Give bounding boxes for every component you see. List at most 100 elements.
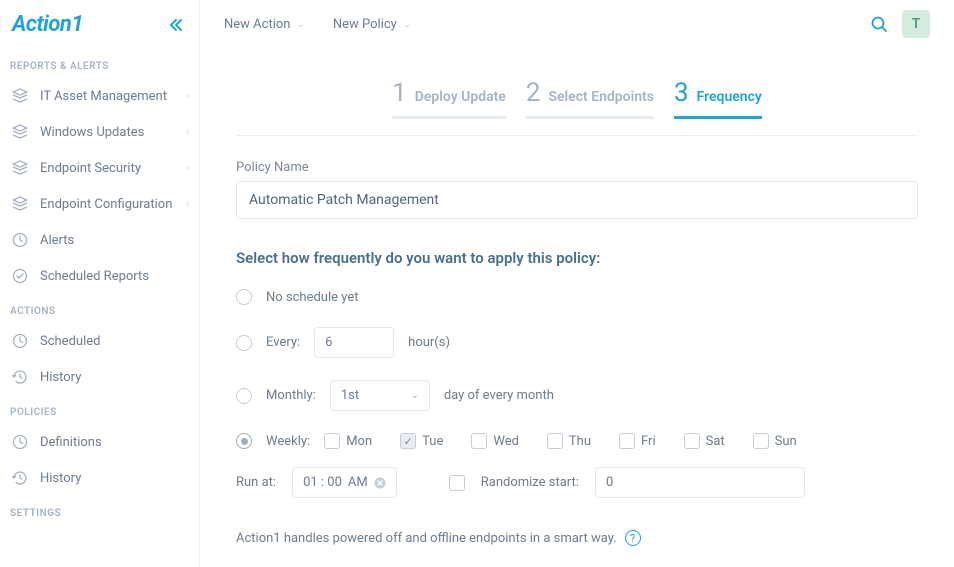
smart-note: Action1 handles powered off and offline … bbox=[236, 530, 918, 546]
day-checkbox-wed[interactable] bbox=[471, 433, 487, 449]
chevron-right-icon: › bbox=[186, 127, 189, 138]
radio-label: Weekly: bbox=[266, 434, 310, 449]
sidebar-item-scheduled[interactable]: Scheduled bbox=[0, 323, 199, 359]
layers-icon bbox=[12, 88, 28, 104]
step-label: Select Endpoints bbox=[548, 89, 654, 105]
chevron-right-icon: › bbox=[186, 199, 189, 210]
step-number: 1 bbox=[392, 78, 407, 108]
topbar-left: New Action ⌄ New Policy ⌄ bbox=[224, 17, 411, 32]
nav-label: History bbox=[40, 471, 81, 486]
nav-section-actions: ACTIONS bbox=[0, 294, 199, 323]
sidebar: Action1 REPORTS & ALERTS IT Asset Manage… bbox=[0, 0, 200, 567]
every-hours-input[interactable] bbox=[314, 327, 394, 358]
check-circle-icon bbox=[12, 268, 28, 284]
run-at-label: Run at: bbox=[236, 475, 276, 490]
clock-icon bbox=[12, 434, 28, 450]
monthly-suffix-label: day of every month bbox=[444, 388, 554, 403]
nav-section-reports: REPORTS & ALERTS bbox=[0, 49, 199, 78]
step-label: Frequency bbox=[697, 89, 762, 105]
step-number: 2 bbox=[526, 78, 541, 108]
sidebar-item-endpoint-config[interactable]: Endpoint Configuration › bbox=[0, 186, 199, 222]
nav-label: Alerts bbox=[40, 233, 74, 248]
nav-label: History bbox=[40, 370, 81, 385]
day-label: Wed bbox=[493, 434, 519, 449]
clock-icon bbox=[12, 232, 28, 248]
history-icon bbox=[12, 470, 28, 486]
policy-name-label: Policy Name bbox=[236, 160, 918, 175]
search-button[interactable] bbox=[870, 15, 888, 33]
chevron-down-icon: ⌄ bbox=[296, 19, 304, 30]
user-avatar[interactable]: T bbox=[902, 10, 930, 38]
run-at-row: Run at: 01 : 00 AM Randomize start: bbox=[236, 467, 918, 498]
wizard-card: 1 Deploy Update 2 Select Endpoints 3 Fre… bbox=[200, 48, 954, 567]
day-label: Thu bbox=[569, 434, 591, 449]
option-weekly: Weekly: Mon Tue Wed Thu Fri Sat Sun bbox=[236, 433, 918, 449]
day-label: Mon bbox=[346, 434, 372, 449]
main: New Action ⌄ New Policy ⌄ T 1 Deploy Upd… bbox=[200, 0, 954, 567]
step-deploy-update[interactable]: 1 Deploy Update bbox=[392, 78, 506, 119]
sidebar-item-it-asset[interactable]: IT Asset Management › bbox=[0, 78, 199, 114]
day-checkbox-tue[interactable] bbox=[400, 433, 416, 449]
clock-icon bbox=[12, 333, 28, 349]
nav-label: IT Asset Management bbox=[40, 89, 167, 104]
step-frequency[interactable]: 3 Frequency bbox=[674, 78, 762, 119]
frequency-section-title: Select how frequently do you want to app… bbox=[236, 249, 918, 267]
step-select-endpoints[interactable]: 2 Select Endpoints bbox=[526, 78, 654, 119]
layers-icon bbox=[12, 124, 28, 140]
chevron-right-icon: › bbox=[186, 91, 189, 102]
logo-row: Action1 bbox=[0, 0, 199, 49]
day-checkbox-fri[interactable] bbox=[619, 433, 635, 449]
help-button[interactable]: ? bbox=[625, 530, 641, 546]
divider bbox=[236, 135, 918, 136]
policy-name-input[interactable] bbox=[236, 181, 918, 219]
sidebar-collapse-button[interactable] bbox=[167, 17, 183, 33]
sidebar-item-history-actions[interactable]: History bbox=[0, 359, 199, 395]
sidebar-item-definitions[interactable]: Definitions bbox=[0, 424, 199, 460]
randomize-input[interactable] bbox=[595, 467, 805, 498]
history-icon bbox=[12, 369, 28, 385]
radio-no-schedule[interactable] bbox=[236, 289, 252, 305]
topbar: New Action ⌄ New Policy ⌄ T bbox=[200, 0, 954, 48]
new-action-label: New Action bbox=[224, 17, 290, 32]
time-ampm: AM bbox=[348, 475, 368, 490]
clear-time-button[interactable] bbox=[374, 477, 386, 489]
sidebar-item-endpoint-security[interactable]: Endpoint Security › bbox=[0, 150, 199, 186]
sidebar-item-alerts[interactable]: Alerts bbox=[0, 222, 199, 258]
run-at-time-input[interactable]: 01 : 00 AM bbox=[292, 467, 397, 498]
option-monthly: Monthly: 1st ⌄ day of every month bbox=[236, 380, 918, 411]
new-action-dropdown[interactable]: New Action ⌄ bbox=[224, 17, 305, 32]
option-every: Every: hour(s) bbox=[236, 327, 918, 358]
new-policy-label: New Policy bbox=[333, 17, 397, 32]
note-text: Action1 handles powered off and offline … bbox=[236, 531, 617, 546]
day-label: Fri bbox=[641, 434, 656, 449]
radio-every[interactable] bbox=[236, 335, 252, 351]
brand-logo: Action1 bbox=[12, 12, 83, 37]
sidebar-item-scheduled-reports[interactable]: Scheduled Reports bbox=[0, 258, 199, 294]
day-checkbox-sat[interactable] bbox=[684, 433, 700, 449]
randomize-label: Randomize start: bbox=[481, 475, 579, 490]
sidebar-item-history-policies[interactable]: History bbox=[0, 460, 199, 496]
radio-label: No schedule yet bbox=[266, 290, 358, 305]
nav-label: Definitions bbox=[40, 435, 102, 450]
day-checkbox-sun[interactable] bbox=[753, 433, 769, 449]
day-checkbox-thu[interactable] bbox=[547, 433, 563, 449]
day-label: Tue bbox=[422, 434, 443, 449]
sidebar-item-windows-updates[interactable]: Windows Updates › bbox=[0, 114, 199, 150]
day-label: Sat bbox=[706, 434, 725, 449]
layers-icon bbox=[12, 160, 28, 176]
radio-weekly[interactable] bbox=[236, 433, 252, 449]
nav-label: Scheduled Reports bbox=[40, 269, 149, 284]
monthly-day-select[interactable]: 1st ⌄ bbox=[330, 380, 430, 411]
day-checkbox-mon[interactable] bbox=[324, 433, 340, 449]
select-value: 1st bbox=[341, 388, 359, 403]
time-value: 01 : 00 bbox=[303, 475, 342, 490]
radio-monthly[interactable] bbox=[236, 388, 252, 404]
radio-label: Every: bbox=[266, 335, 300, 350]
step-label: Deploy Update bbox=[415, 89, 506, 105]
randomize-checkbox[interactable] bbox=[449, 475, 465, 491]
nav-label: Endpoint Configuration bbox=[40, 197, 172, 212]
new-policy-dropdown[interactable]: New Policy ⌄ bbox=[333, 17, 411, 32]
nav-label: Scheduled bbox=[40, 334, 100, 349]
chevron-left-icon bbox=[167, 17, 183, 33]
chevron-down-icon: ⌄ bbox=[410, 390, 418, 401]
